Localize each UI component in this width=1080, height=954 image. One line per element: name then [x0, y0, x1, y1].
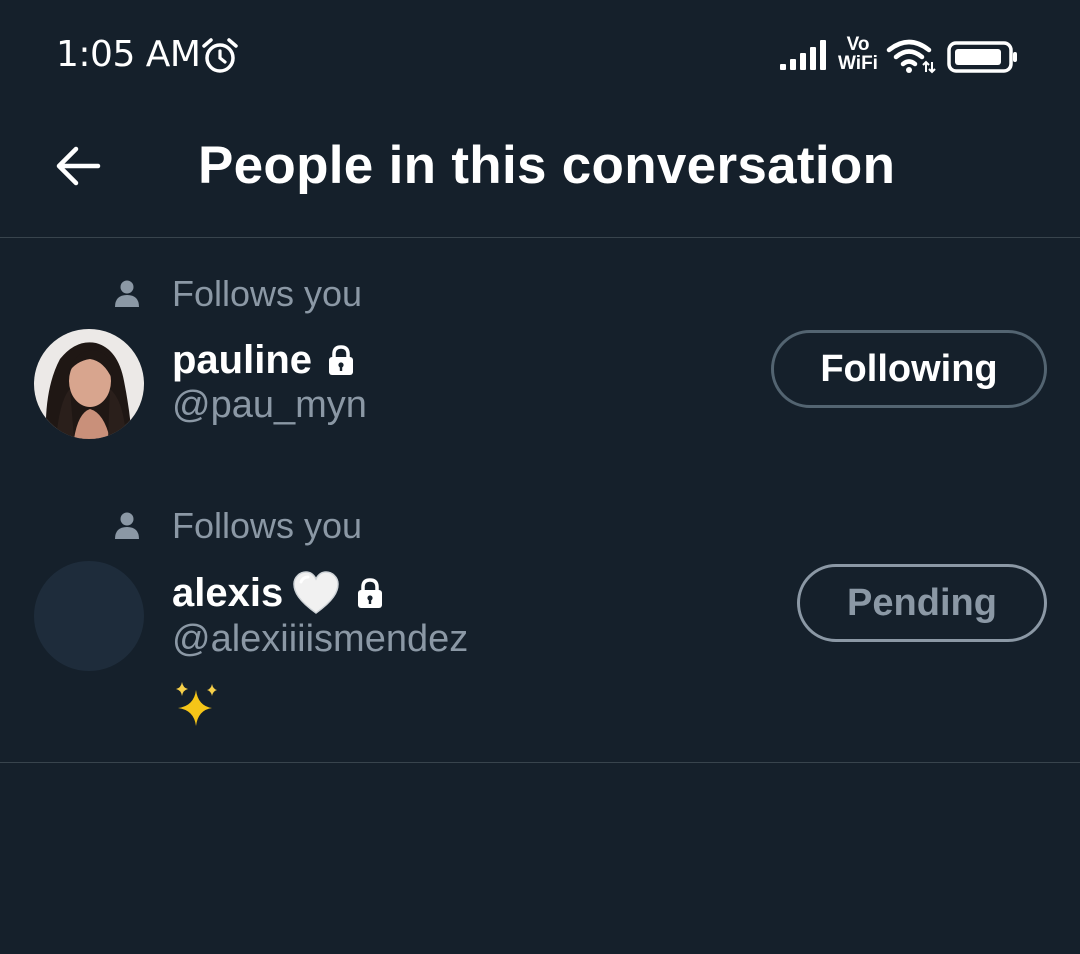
white-heart-icon	[293, 571, 339, 614]
sparkles-icon	[176, 682, 217, 726]
follows-you-label: Follows you	[172, 273, 363, 314]
name-row: pauline	[172, 336, 356, 384]
battery-icon	[947, 41, 1017, 73]
status-time: 1:05 AM	[56, 34, 201, 75]
person-row-alexis[interactable]: Follows you alexis @alexiiiismendez Pend…	[0, 470, 1080, 762]
username-handle: @pau_myn	[172, 384, 367, 426]
arrow-left-icon	[56, 146, 101, 186]
people-list: Follows you pauline @pau_myn Following F…	[0, 238, 1080, 763]
person-icon	[115, 512, 139, 539]
back-button[interactable]	[48, 136, 108, 196]
person-icon	[115, 280, 139, 307]
lock-icon	[358, 578, 383, 608]
follows-you-label: Follows you	[172, 505, 363, 546]
follows-you-row: Follows you	[112, 273, 363, 314]
follows-you-row: Follows you	[112, 505, 363, 546]
wifi-icon	[886, 39, 936, 74]
page-title: People in this conversation	[198, 136, 896, 195]
avatar[interactable]	[34, 329, 144, 439]
app-header: People in this conversation	[0, 110, 1080, 238]
status-bar: 1:05 AM Vo WiFi	[0, 0, 1080, 110]
username-handle: @alexiiiismendez	[172, 618, 469, 660]
display-name[interactable]: pauline	[172, 338, 312, 383]
vowifi-line-2: WiFi	[838, 53, 878, 74]
avatar-image	[34, 329, 144, 439]
following-button[interactable]: Following	[771, 330, 1047, 408]
cell-signal-icon	[780, 40, 826, 70]
avatar[interactable]	[34, 561, 144, 671]
name-row: alexis	[172, 569, 385, 617]
vowifi-indicator: Vo WiFi	[836, 35, 880, 73]
vowifi-line-1: Vo	[846, 34, 870, 55]
display-name[interactable]: alexis	[172, 571, 283, 616]
lock-icon	[329, 345, 354, 375]
alarm-clock-icon	[202, 38, 238, 73]
person-row-pauline[interactable]: Follows you pauline @pau_myn Following	[0, 238, 1080, 470]
pending-button[interactable]: Pending	[797, 564, 1047, 642]
